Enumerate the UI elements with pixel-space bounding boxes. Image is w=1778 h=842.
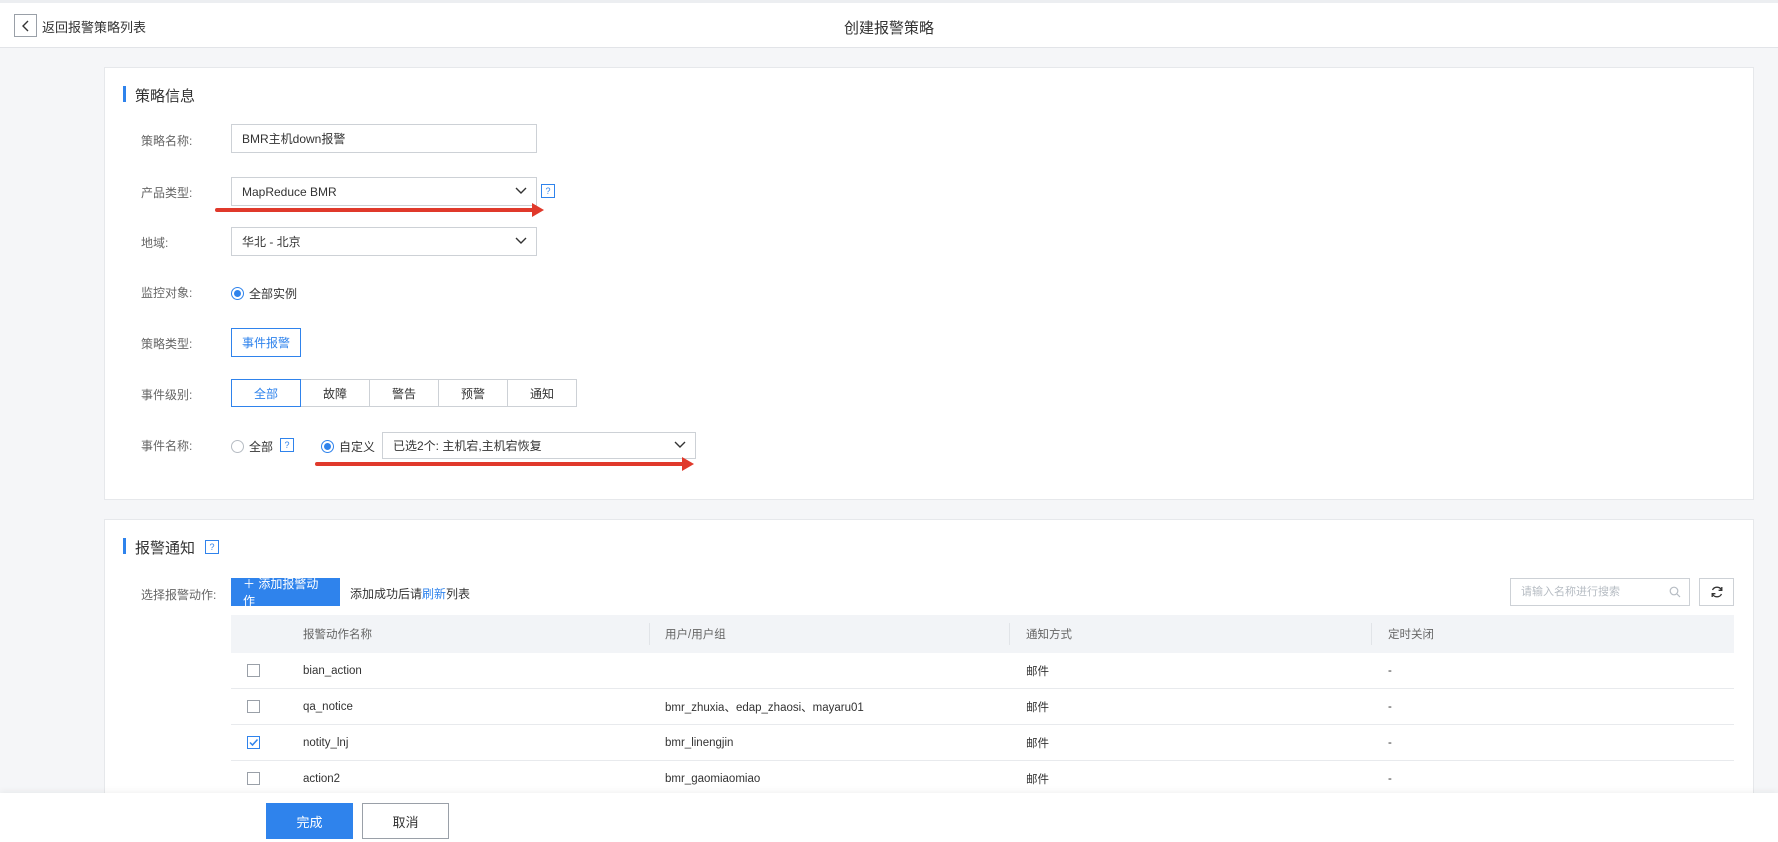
level-option-all[interactable]: 全部 [231, 379, 301, 407]
chevron-down-icon [674, 441, 686, 448]
cancel-button[interactable]: 取消 [362, 803, 449, 839]
table-row[interactable]: bian_action 邮件 - [231, 653, 1734, 689]
column-divider [1009, 623, 1010, 645]
alarm-action-table: 报警动作名称 用户/用户组 通知方式 定时关闭 bian_action 邮件 -… [231, 615, 1734, 797]
policy-type-label: 策略类型: [141, 337, 193, 351]
cell-action-name: bian_action [303, 664, 362, 677]
monitor-target-label: 监控对象: [141, 286, 193, 300]
refresh-hint-before: 添加成功后请 [350, 587, 423, 601]
product-type-value: MapReduce BMR [242, 184, 337, 199]
table-row[interactable]: notity_lnj bmr_linengjin 邮件 - [231, 725, 1734, 761]
col-header-timer: 定时关闭 [1388, 629, 1434, 641]
cell-method: 邮件 [1026, 665, 1049, 678]
section-title-policy-info: 策略信息 [123, 85, 195, 106]
policy-name-label: 策略名称: [141, 134, 193, 148]
event-level-label: 事件级别: [141, 388, 193, 402]
product-type-select[interactable]: MapReduce BMR [231, 177, 537, 206]
cell-action-name: action2 [303, 772, 341, 785]
cell-action-name: notity_lnj [303, 736, 349, 749]
action-search-input[interactable] [1511, 579, 1661, 605]
section-title-notify: 报警通知 [123, 537, 195, 558]
table-header: 报警动作名称 用户/用户组 通知方式 定时关闭 [231, 615, 1734, 653]
column-divider [649, 623, 650, 645]
cell-method: 邮件 [1026, 737, 1049, 750]
top-bar: 返回报警策略列表 创建报警策略 [0, 0, 1778, 48]
refresh-button[interactable] [1699, 578, 1734, 606]
region-select[interactable]: 华北 - 北京 [231, 227, 537, 256]
level-option-warning[interactable]: 警告 [369, 379, 439, 407]
cell-users: bmr_linengjin [665, 736, 734, 749]
event-name-select[interactable]: 已选2个: 主机宕,主机宕恢复 [382, 432, 696, 459]
refresh-link[interactable]: 刷新 [422, 587, 446, 601]
alarm-notify-card: 报警通知 ? 选择报警动作: ＋ 添加报警动作 添加成功后请刷新列表 报警动作名… [104, 519, 1754, 809]
row-checkbox[interactable] [247, 700, 260, 713]
footer-bar: 完成 取消 [0, 793, 1778, 842]
region-value: 华北 - 北京 [242, 235, 301, 249]
policy-type-event-button[interactable]: 事件报警 [231, 328, 301, 357]
annotation-arrow-product [215, 203, 544, 217]
column-divider [1371, 623, 1372, 645]
event-all-radio[interactable]: 全部 [231, 438, 273, 455]
level-option-notice[interactable]: 通知 [507, 379, 577, 407]
table-row[interactable]: action2 bmr_gaomiaomiao 邮件 - [231, 761, 1734, 797]
event-name-label: 事件名称: [141, 439, 193, 453]
cell-timer: - [1388, 736, 1392, 749]
radio-checked-icon [321, 440, 334, 453]
action-search-box [1510, 578, 1690, 606]
cell-timer: - [1388, 700, 1392, 713]
refresh-icon [1711, 586, 1722, 598]
cell-timer: - [1388, 772, 1392, 785]
col-header-name: 报警动作名称 [303, 629, 372, 641]
event-all-label: 全部 [249, 440, 274, 454]
cell-method: 邮件 [1026, 773, 1049, 786]
target-all-radio[interactable]: 全部实例 [231, 285, 297, 302]
done-button[interactable]: 完成 [266, 803, 353, 839]
annotation-arrow-event [315, 457, 694, 471]
notify-help-icon[interactable]: ? [205, 540, 219, 554]
cell-action-name: qa_notice [303, 700, 353, 713]
chevron-down-icon [515, 237, 527, 244]
radio-unchecked-icon [231, 440, 244, 453]
target-all-label: 全部实例 [249, 287, 298, 301]
event-name-help-icon[interactable]: ? [280, 438, 294, 452]
event-selected-value: 已选2个: 主机宕,主机宕恢复 [393, 439, 542, 453]
table-row[interactable]: qa_notice bmr_zhuxia、edap_zhaosi、mayaru0… [231, 689, 1734, 725]
event-custom-radio[interactable]: 自定义 [321, 438, 375, 455]
level-option-fault[interactable]: 故障 [300, 379, 370, 407]
search-icon[interactable] [1669, 586, 1681, 598]
product-type-label: 产品类型: [141, 186, 193, 200]
cell-method: 邮件 [1026, 701, 1049, 714]
event-custom-label: 自定义 [339, 440, 376, 454]
region-label: 地域: [141, 236, 169, 250]
action-select-label: 选择报警动作: [141, 588, 217, 602]
cell-users: bmr_zhuxia、edap_zhaosi、mayaru01 [665, 701, 864, 714]
level-option-prewarning[interactable]: 预警 [438, 379, 508, 407]
policy-name-value: BMR主机down报警 [242, 132, 346, 146]
radio-checked-icon [231, 287, 244, 300]
row-checkbox[interactable] [247, 664, 260, 677]
page-title: 创建报警策略 [843, 20, 934, 37]
chevron-down-icon [515, 187, 527, 194]
col-header-users: 用户/用户组 [665, 629, 726, 641]
cell-users: bmr_gaomiaomiao [665, 772, 761, 785]
event-level-segmented: 全部 故障 警告 预警 通知 [231, 379, 577, 407]
row-checkbox[interactable] [247, 772, 260, 785]
refresh-hint-after: 列表 [446, 587, 471, 601]
col-header-method: 通知方式 [1026, 629, 1072, 641]
cell-timer: - [1388, 664, 1392, 677]
product-type-help-icon[interactable]: ? [541, 184, 555, 198]
policy-info-card: 策略信息 策略名称: BMR主机down报警 产品类型: MapReduce B… [104, 67, 1754, 500]
policy-name-input[interactable]: BMR主机down报警 [231, 124, 537, 153]
check-icon [249, 738, 259, 747]
add-alarm-action-button[interactable]: ＋ 添加报警动作 [231, 577, 340, 608]
row-checkbox-checked[interactable] [247, 736, 260, 749]
refresh-hint: 添加成功后请刷新列表 [350, 585, 470, 602]
